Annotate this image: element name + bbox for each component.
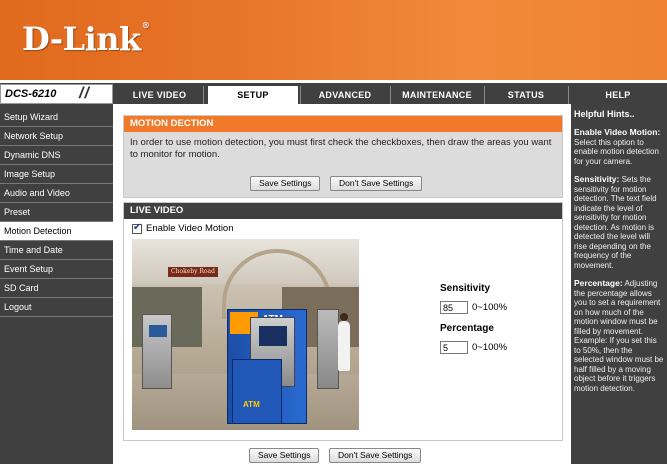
scene-terminal-screen bbox=[259, 326, 287, 346]
tab-maintenance[interactable]: MAINTENANCE bbox=[391, 86, 483, 104]
hint-heading: Enable Video Motion: bbox=[574, 127, 661, 137]
live-video-panel: LIVE VIDEO Enable Video Motion Chokeby R… bbox=[123, 202, 563, 441]
tab-divider bbox=[203, 86, 204, 104]
hint-text: Sets the sensitivity for motion detectio… bbox=[574, 175, 657, 270]
scene-kiosk-front: ATM bbox=[232, 359, 282, 424]
motion-detection-panel: MOTION DECTION In order to use motion de… bbox=[123, 115, 563, 198]
section-title: LIVE VIDEO bbox=[124, 203, 562, 219]
percentage-label: Percentage bbox=[440, 323, 494, 334]
help-hint: Enable Video Motion: Select this option … bbox=[574, 127, 664, 166]
main-content: MOTION DECTION In order to use motion de… bbox=[117, 107, 564, 464]
camera-video-feed[interactable]: Chokeby Road ATM ATM bbox=[132, 239, 359, 430]
enable-video-motion-label: Enable Video Motion bbox=[146, 223, 234, 234]
sidebar-item-setup-wizard[interactable]: Setup Wizard bbox=[0, 108, 113, 127]
live-video-body: Enable Video Motion Chokeby Road ATM ATM… bbox=[124, 219, 562, 440]
enable-video-motion-checkbox[interactable] bbox=[132, 222, 142, 234]
header-banner: D-Link® bbox=[0, 0, 667, 80]
sidebar-item-event-setup[interactable]: Event Setup bbox=[0, 260, 113, 279]
tab-live-video[interactable]: LIVE VIDEO bbox=[117, 86, 202, 104]
scene-store-sign: Chokeby Road bbox=[168, 267, 218, 277]
sidebar-item-network-setup[interactable]: Network Setup bbox=[0, 127, 113, 146]
scene-atm-machine bbox=[317, 309, 339, 389]
help-hint: Sensitivity: Sets the sensitivity for mo… bbox=[574, 174, 664, 270]
sidebar-item-image-setup[interactable]: Image Setup bbox=[0, 165, 113, 184]
percentage-input[interactable] bbox=[440, 341, 468, 354]
help-title: Helpful Hints.. bbox=[574, 109, 635, 119]
hint-text: Adjusting the percentage allows you to s… bbox=[574, 279, 664, 393]
model-label-box: DCS-6210 // bbox=[0, 84, 113, 104]
dont-save-settings-button[interactable]: Don't Save Settings bbox=[329, 448, 422, 463]
tab-setup[interactable]: SETUP bbox=[208, 86, 298, 104]
save-settings-button[interactable]: Save Settings bbox=[250, 176, 321, 191]
sidebar-item-time-date[interactable]: Time and Date bbox=[0, 241, 113, 260]
scene-person bbox=[338, 313, 350, 371]
save-settings-button[interactable]: Save Settings bbox=[249, 448, 320, 463]
help-panel: Helpful Hints.. Enable Video Motion: Sel… bbox=[571, 104, 667, 464]
help-hint: Percentage: Adjusting the percentage all… bbox=[574, 278, 664, 393]
hint-heading: Sensitivity: bbox=[574, 174, 620, 184]
hint-heading: Percentage: bbox=[574, 278, 623, 288]
scene-kiosk-front-label: ATM bbox=[243, 400, 260, 409]
motion-description: In order to use motion detection, you mu… bbox=[130, 137, 552, 160]
tab-status[interactable]: STATUS bbox=[485, 86, 567, 104]
slash-decoration-icon: // bbox=[79, 85, 90, 102]
percentage-range: 0~100% bbox=[472, 342, 508, 353]
sidebar-item-dynamic-dns[interactable]: Dynamic DNS bbox=[0, 146, 113, 165]
sidebar-item-audio-video[interactable]: Audio and Video bbox=[0, 184, 113, 203]
sidebar-item-logout[interactable]: Logout bbox=[0, 298, 113, 317]
left-sidebar: Setup Wizard Network Setup Dynamic DNS I… bbox=[0, 104, 113, 464]
sensitivity-label: Sensitivity bbox=[440, 283, 491, 294]
sensitivity-input[interactable] bbox=[440, 301, 468, 314]
dlink-logo: D-Link® bbox=[22, 20, 150, 58]
trademark-mark: ® bbox=[141, 20, 150, 30]
hint-text: Select this option to enable motion dete… bbox=[574, 137, 659, 166]
tab-help[interactable]: HELP bbox=[569, 86, 667, 104]
model-name: DCS-6210 bbox=[5, 88, 57, 100]
scene-atm-machine bbox=[142, 314, 172, 389]
logo-text: D-Link bbox=[22, 20, 141, 58]
section-title: MOTION DECTION bbox=[124, 116, 562, 132]
dont-save-settings-button[interactable]: Don't Save Settings bbox=[330, 176, 423, 191]
scene-atm-screen bbox=[149, 325, 167, 337]
sidebar-item-motion-detection[interactable]: Motion Detection bbox=[0, 222, 113, 241]
sidebar-item-sd-card[interactable]: SD Card bbox=[0, 279, 113, 298]
tab-advanced[interactable]: ADVANCED bbox=[301, 86, 389, 104]
sensitivity-range: 0~100% bbox=[472, 302, 508, 313]
sidebar-item-preset[interactable]: Preset bbox=[0, 203, 113, 222]
